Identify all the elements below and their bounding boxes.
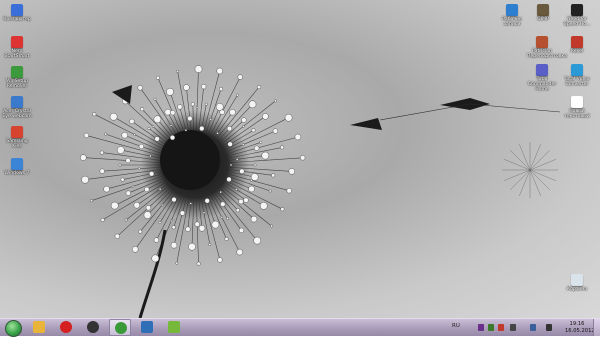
desktop-icon-label: Рабочие записи — [502, 17, 522, 28]
clock-time[interactable]: 19:16 — [565, 321, 589, 327]
desktop-icon-label: Компьютер — [3, 17, 31, 22]
desktop[interactable]: Компьютер Nero StartSmart WinSetup Remover… — [0, 0, 600, 318]
notes-icon — [506, 4, 518, 16]
windows-icon — [11, 158, 23, 170]
desktop-icon-label: Acer Crystal Eye webcam — [2, 109, 32, 120]
computer-icon — [11, 4, 23, 16]
taskbar-pin-explorer[interactable] — [28, 319, 50, 336]
nfs-icon — [571, 4, 583, 16]
desktop-icon-text-file[interactable]: Новый текстовый — [562, 96, 592, 119]
webcam-icon — [11, 96, 23, 108]
monitor-icon — [141, 321, 153, 333]
tray-volume-icon[interactable] — [546, 324, 552, 331]
rexel-icon — [571, 36, 583, 48]
dandelion-wallpaper — [80, 65, 561, 318]
chrome-icon — [115, 322, 127, 334]
desktop-icon-gimp[interactable]: GIMP — [528, 4, 558, 22]
desktop-icon-commander[interactable]: Total Commander Home — [527, 64, 557, 93]
taskbar-pin-monitor[interactable] — [136, 319, 158, 336]
tray-app-icon[interactable] — [478, 324, 484, 331]
android-icon — [168, 321, 180, 333]
nero-icon — [11, 36, 23, 48]
commander-icon — [536, 64, 548, 76]
windows-orb-icon — [5, 320, 22, 337]
start-button[interactable] — [2, 319, 22, 337]
taskbar-pin-opera[interactable] — [55, 319, 77, 336]
desktop-icon-label: Samsung Kies — [6, 139, 28, 150]
desktop-icon-webcam[interactable]: Acer Crystal Eye webcam — [2, 96, 32, 119]
taskbar-pin-chrome[interactable] — [109, 319, 131, 336]
desktop-icon-label: Patrician Переподготовка — [527, 49, 568, 60]
desktop-icon-kies[interactable]: Samsung Kies — [2, 126, 32, 149]
text-file-icon — [571, 96, 583, 108]
aimp-icon — [87, 321, 99, 333]
taskbar: RU 19:16 16.05.2012 — [0, 318, 600, 337]
desktop-icon-nfs[interactable]: Need for Speed Ho... — [562, 4, 592, 27]
desktop-icon-label: Nero StartSmart — [4, 49, 30, 60]
clock-date[interactable]: 16.05.2012 — [565, 328, 595, 334]
desktop-icon-label: Need for Speed Ho... — [563, 17, 591, 28]
tray-network-icon[interactable] — [530, 324, 536, 331]
tray-nvidia-icon[interactable] — [488, 324, 494, 331]
desktop-icon-label: WinSetup Remover — [6, 79, 28, 90]
desktop-icon-label: Rexel — [570, 49, 584, 54]
patrician-icon — [536, 36, 548, 48]
tray-antivirus-icon[interactable] — [498, 324, 504, 331]
gimp-icon — [537, 4, 549, 16]
desktop-icon-label: Windows 7 — [4, 171, 30, 176]
desktop-icon-converter[interactable]: Total Video Converter — [562, 64, 592, 87]
show-desktop-button[interactable] — [593, 319, 600, 336]
desktop-icon-winsetup[interactable]: WinSetup Remover — [2, 66, 32, 89]
desktop-icon-label: GIMP — [537, 17, 549, 22]
kies-icon — [11, 126, 23, 138]
desktop-icon-label: Total Commander Home — [527, 77, 557, 93]
desktop-icon-windows[interactable]: Windows 7 — [2, 158, 32, 176]
desktop-icon-notes[interactable]: Рабочие записи — [497, 4, 527, 27]
desktop-icon-computer[interactable]: Компьютер — [2, 4, 32, 22]
desktop-icon-nero[interactable]: Nero StartSmart — [2, 36, 32, 59]
tray-flag-icon[interactable] — [510, 324, 516, 331]
desktop-icon-label: Корзина — [566, 287, 588, 292]
desktop-icon-recycle-bin[interactable]: Корзина — [562, 274, 592, 292]
taskbar-pin-android[interactable] — [163, 319, 185, 336]
explorer-icon — [33, 321, 45, 333]
desktop-icon-label: Total Video Converter — [564, 77, 590, 88]
desktop-icon-patrician[interactable]: Patrician Переподготовка — [527, 36, 568, 60]
desktop-icon-rexel[interactable]: Rexel — [562, 36, 592, 54]
recycle-bin-icon — [571, 274, 583, 286]
winsetup-icon — [11, 66, 23, 78]
language-indicator[interactable]: RU — [452, 323, 460, 329]
opera-icon — [60, 321, 72, 333]
desktop-icon-label: Новый текстовый — [564, 109, 590, 120]
converter-icon — [571, 64, 583, 76]
taskbar-pin-aimp[interactable] — [82, 319, 104, 336]
